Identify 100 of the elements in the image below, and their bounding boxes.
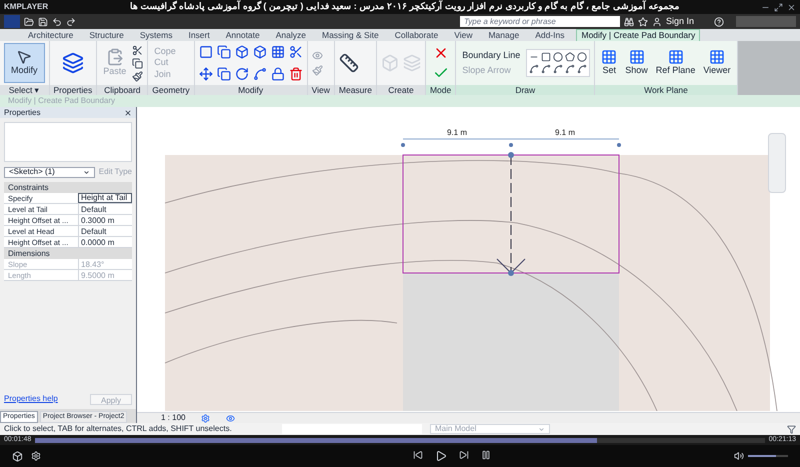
3d-icon[interactable] — [12, 450, 23, 462]
close-icon[interactable] — [786, 2, 796, 12]
status-message: Click to select, TAB for alternates, CTRL adds, SHIFT unselects. — [4, 423, 233, 435]
ribbon-tab[interactable]: Structure — [85, 30, 128, 41]
seek-bar[interactable] — [35, 438, 765, 442]
brush-icon[interactable] — [132, 70, 144, 82]
open-icon[interactable] — [24, 16, 34, 26]
circle-icon[interactable] — [577, 52, 588, 62]
grid-icon — [601, 49, 618, 66]
property-value: Default — [78, 204, 132, 214]
ribbon-tab[interactable]: Analyze — [272, 30, 310, 41]
panel-title: Geometry — [148, 85, 194, 95]
options-bar-label: Modify | Create Pad Boundary — [8, 95, 116, 107]
next-icon[interactable] — [458, 450, 468, 460]
align-icon[interactable] — [198, 45, 213, 59]
ribbon-tab[interactable]: Manage — [484, 30, 524, 41]
arc-icon[interactable] — [529, 64, 540, 74]
property-value: 9.5000 m — [78, 270, 132, 280]
panel-header: Properties — [4, 106, 40, 118]
player-brand: KMPLAYER — [4, 1, 48, 13]
offset-icon[interactable] — [216, 45, 231, 59]
search-field[interactable]: Type a keyword or phrase — [460, 16, 620, 27]
grid-icon — [668, 49, 684, 66]
rotate-icon[interactable] — [234, 67, 249, 81]
scissors-icon[interactable] — [132, 44, 144, 56]
arc-icon[interactable] — [541, 64, 552, 74]
property-value: 0.0000 m — [78, 237, 132, 247]
pin-icon[interactable] — [270, 67, 285, 81]
trim-icon[interactable] — [252, 67, 267, 81]
close-icon[interactable] — [124, 108, 132, 116]
ribbon-tab[interactable]: Modify | Create Pad Boundary — [576, 29, 700, 41]
ribbon-button[interactable]: Viewer — [701, 49, 733, 77]
ribbon-tab[interactable]: Add-Ins — [531, 30, 568, 41]
panel-title: View — [308, 85, 334, 95]
polygon-icon[interactable] — [565, 52, 576, 62]
copy-icon[interactable] — [216, 67, 231, 81]
move-icon[interactable] — [198, 67, 213, 81]
redo-icon[interactable] — [66, 16, 76, 26]
panel-title: Work Plane — [595, 85, 737, 95]
panel-title: Measure — [334, 85, 376, 95]
filter-icon[interactable] — [787, 424, 796, 434]
settings-icon[interactable] — [31, 450, 41, 460]
binoculars-icon[interactable] — [624, 16, 634, 26]
panel-title: Modify — [194, 85, 307, 95]
caret-icon — [538, 426, 545, 432]
ribbon-button[interactable]: Boundary Line — [460, 50, 522, 61]
video-title: مجموعه آموزشی جامع ، گام به گام و کاربردی نرم افزار رویت آرکیتکچر ۲۰۱۶ مدرس : سعید فدایی ( تیچرمن ) گروه آموزشی پادشاه گرافیست ها — [130, 0, 680, 14]
pointer-icon[interactable] — [16, 49, 32, 66]
play-icon[interactable] — [434, 450, 446, 462]
copy-icon[interactable] — [132, 58, 144, 68]
property-value: 18.43° — [78, 259, 132, 269]
ribbon-tab[interactable]: Insert — [184, 30, 214, 41]
type-selector[interactable]: <Sketch> (1) — [4, 166, 95, 178]
ribbon-button[interactable]: Set — [599, 49, 620, 77]
help-icon[interactable] — [714, 16, 724, 26]
previous-icon[interactable] — [412, 450, 422, 460]
property-field[interactable]: Height at Tail — [78, 193, 132, 203]
group-header[interactable]: Dimensions — [4, 248, 132, 259]
caret-icon — [82, 168, 90, 176]
split-icon[interactable] — [288, 45, 303, 59]
star-icon[interactable] — [638, 16, 648, 26]
ribbon-tab[interactable]: Systems — [136, 30, 176, 41]
volume-icon[interactable] — [734, 451, 744, 461]
stop-icon[interactable] — [480, 450, 490, 460]
grid-icon — [628, 49, 645, 66]
arc-icon[interactable] — [565, 64, 576, 74]
group-header[interactable]: Constraints — [4, 182, 132, 193]
view-control-icon[interactable] — [226, 414, 236, 422]
save-icon[interactable] — [38, 16, 48, 26]
panel-title: Clipboard — [97, 85, 148, 95]
mirror-icon[interactable] — [234, 45, 249, 59]
view-control-icon[interactable] — [201, 414, 210, 422]
property-value: 0.3000 m — [78, 215, 132, 225]
grid-icon — [709, 49, 725, 66]
rectangle-icon[interactable] — [541, 52, 552, 62]
view-scale[interactable]: 1 : 100 — [161, 412, 186, 424]
spline-icon[interactable] — [577, 64, 588, 74]
model-name: Main Model — [435, 423, 476, 435]
properties-help-link[interactable]: Properties help — [4, 393, 58, 405]
panel-title: Select ▾ — [0, 85, 49, 95]
array-icon[interactable] — [270, 45, 285, 59]
ribbon-tab[interactable]: Collaborate — [390, 30, 442, 41]
mirror-draw-icon[interactable] — [252, 45, 267, 59]
circle-icon[interactable] — [553, 52, 564, 62]
sign-in-button[interactable]: Sign In — [666, 14, 694, 28]
ribbon-button[interactable]: Ref Plane — [654, 49, 698, 77]
ribbon-tab[interactable]: Massing & Site — [318, 30, 383, 41]
ribbon-tab[interactable]: Annotate — [222, 30, 264, 41]
property-value: Default — [78, 226, 132, 236]
arc-icon[interactable] — [553, 64, 564, 74]
ruler-icon[interactable] — [338, 53, 359, 73]
undo-icon[interactable] — [52, 16, 62, 26]
ribbon-tab[interactable]: View — [450, 30, 476, 41]
panel-title: Mode — [426, 85, 456, 95]
user-icon[interactable] — [652, 16, 662, 26]
maximize-icon[interactable] — [774, 2, 783, 12]
ribbon-button[interactable]: Show — [623, 49, 650, 77]
delete-icon[interactable] — [288, 67, 303, 81]
ribbon-tab[interactable]: Architecture — [24, 30, 78, 41]
properties-icon[interactable] — [62, 52, 84, 74]
